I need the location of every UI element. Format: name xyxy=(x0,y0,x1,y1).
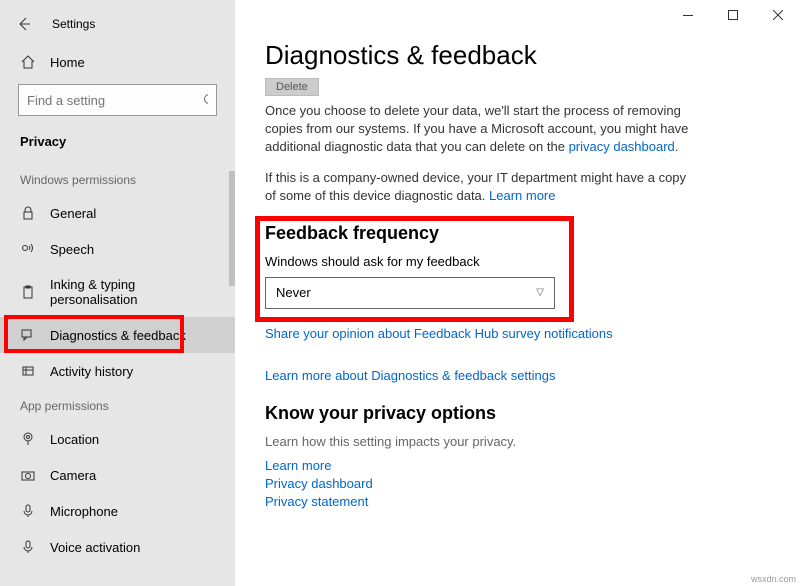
speech-icon xyxy=(20,241,36,257)
category-title: Privacy xyxy=(0,128,235,163)
lock-icon xyxy=(20,205,36,221)
back-arrow-icon xyxy=(16,16,32,32)
section-app-permissions: App permissions xyxy=(0,389,235,421)
close-button[interactable] xyxy=(755,0,800,30)
nav-label: Inking & typing personalisation xyxy=(50,277,215,307)
nav-label: Voice activation xyxy=(50,540,140,555)
sidebar-item-location[interactable]: Location xyxy=(0,421,235,457)
sidebar-item-general[interactable]: General xyxy=(0,195,235,231)
section-windows-permissions: Windows permissions xyxy=(0,163,235,195)
company-description: If this is a company-owned device, your … xyxy=(265,169,695,205)
search-icon xyxy=(203,93,208,107)
sidebar-item-diagnostics[interactable]: Diagnostics & feedback xyxy=(0,317,235,353)
nav-label: Location xyxy=(50,432,99,447)
nav-label: General xyxy=(50,206,96,221)
privacy-options-title: Know your privacy options xyxy=(265,403,770,424)
learn-more-link-2[interactable]: Learn more xyxy=(265,458,331,473)
sidebar-item-camera[interactable]: Camera xyxy=(0,457,235,493)
clipboard-icon xyxy=(20,284,36,300)
feedback-icon xyxy=(20,327,36,343)
camera-icon xyxy=(20,467,36,483)
nav-label: Speech xyxy=(50,242,94,257)
window-title: Settings xyxy=(52,17,95,31)
minimize-button[interactable] xyxy=(665,0,710,30)
home-icon xyxy=(20,54,36,70)
nav-label: Microphone xyxy=(50,504,118,519)
page-title: Diagnostics & feedback xyxy=(265,40,770,71)
maximize-button[interactable] xyxy=(710,0,755,30)
nav-label: Diagnostics & feedback xyxy=(50,328,186,343)
sidebar-item-microphone[interactable]: Microphone xyxy=(0,493,235,529)
close-icon xyxy=(773,10,783,20)
nav-label: Camera xyxy=(50,468,96,483)
sidebar-item-speech[interactable]: Speech xyxy=(0,231,235,267)
home-label: Home xyxy=(50,55,85,70)
maximize-icon xyxy=(728,10,738,20)
sidebar-item-activity[interactable]: Activity history xyxy=(0,353,235,389)
delete-button[interactable]: Delete xyxy=(265,78,319,96)
search-input[interactable] xyxy=(18,84,217,116)
privacy-dashboard-link[interactable]: privacy dashboard xyxy=(569,139,675,154)
location-icon xyxy=(20,431,36,447)
minimize-icon xyxy=(683,15,693,16)
nav-label: Activity history xyxy=(50,364,133,379)
search-field[interactable] xyxy=(27,93,203,108)
microphone-icon xyxy=(20,503,36,519)
activity-icon xyxy=(20,363,36,379)
feedback-frequency-dropdown[interactable]: Never ▽ xyxy=(265,277,555,309)
feedback-frequency-title: Feedback frequency xyxy=(265,223,770,244)
share-opinion-link[interactable]: Share your opinion about Feedback Hub su… xyxy=(265,326,613,341)
delete-description: Once you choose to delete your data, we'… xyxy=(265,102,695,157)
learn-more-link[interactable]: Learn more xyxy=(489,188,555,203)
sidebar: Settings Home Privacy Windows permission… xyxy=(0,0,235,586)
content-pane: Diagnostics & feedback Delete Once you c… xyxy=(235,0,800,586)
back-button[interactable] xyxy=(12,12,36,36)
sidebar-item-voice[interactable]: Voice activation xyxy=(0,529,235,565)
watermark: wsxdn.com xyxy=(751,574,796,584)
home-button[interactable]: Home xyxy=(0,44,235,80)
sidebar-item-inking[interactable]: Inking & typing personalisation xyxy=(0,267,235,317)
chevron-down-icon: ▽ xyxy=(536,287,544,298)
privacy-statement-link[interactable]: Privacy statement xyxy=(265,494,368,509)
privacy-dashboard-link-2[interactable]: Privacy dashboard xyxy=(265,476,373,491)
privacy-subtitle: Learn how this setting impacts your priv… xyxy=(265,434,770,449)
voice-icon xyxy=(20,539,36,555)
feedback-label: Windows should ask for my feedback xyxy=(265,254,770,269)
learn-settings-link[interactable]: Learn more about Diagnostics & feedback … xyxy=(265,368,556,383)
dropdown-value: Never xyxy=(276,285,311,300)
